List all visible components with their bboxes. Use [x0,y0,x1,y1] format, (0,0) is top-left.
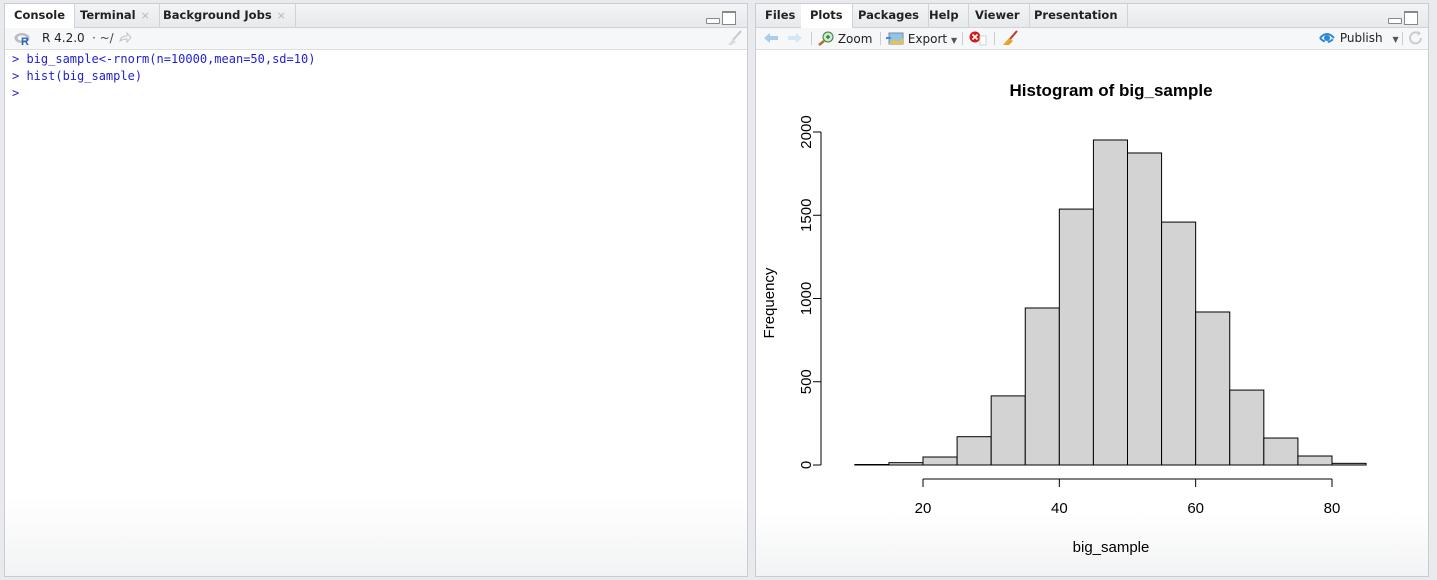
histogram-bar [1024,307,1060,466]
y-tick-label: 0 [798,461,815,469]
tab-packages[interactable]: Packages [849,4,929,27]
maximize-icon[interactable] [722,11,736,25]
histogram-bar [922,456,958,466]
zoom-button[interactable]: Zoom [818,31,872,46]
plots-pane: Files Plots Packages Help Viewer Present… [755,3,1429,577]
minimize-icon[interactable] [1388,18,1402,24]
console-prompt[interactable]: > [12,85,740,102]
x-axis-label: big_sample [1073,539,1150,556]
plots-toolbar: Zoom Export ▼ Publish ▼ [756,28,1428,50]
tab-help[interactable]: Help [920,4,969,27]
console-line: > big_sample<-rnorm(n=10000,mean=50,sd=1… [12,52,316,66]
console-tabbar: Console Terminal × Background Jobs × [5,4,747,28]
y-tick-label: 500 [798,369,815,394]
r-logo-icon: R [14,33,30,46]
y-axis: 0 500 1000 1500 2000 [798,115,822,469]
chevron-down-icon: ▼ [950,36,958,45]
histogram-chart: Histogram of big_sample big_sample Frequ… [761,81,1367,556]
tab-viewer[interactable]: Viewer [966,4,1030,27]
histogram-bar [854,464,890,466]
y-axis-label: Frequency [761,267,778,338]
refresh-icon[interactable] [1408,30,1424,45]
plots-tabbar: Files Plots Packages Help Viewer Present… [756,4,1428,28]
tab-label: Console [14,8,66,22]
zoom-label: Zoom [837,32,873,46]
tab-files[interactable]: Files [756,4,806,27]
clear-all-plots-broom-icon[interactable] [1001,30,1019,45]
tab-label: Terminal [80,8,136,22]
zoom-magnifier-icon [818,31,834,46]
toolbar-divider [994,32,995,45]
histogram-bar [1058,208,1094,466]
histogram-bar [888,462,924,466]
tab-label: Background Jobs [163,8,272,22]
working-directory[interactable]: · ~/ [92,31,114,46]
x-axis: 20 40 60 80 [915,478,1341,517]
histogram-bar [1331,462,1367,466]
clear-console-icon[interactable] [725,30,743,45]
y-tick-label: 2000 [798,115,815,148]
chevron-down-icon: ▼ [1392,35,1399,44]
tab-label: Viewer [975,8,1020,22]
tab-plots[interactable]: Plots [801,4,853,28]
x-tick-label: 20 [915,500,932,517]
back-arrow-icon[interactable] [763,31,779,46]
publish-button[interactable]: Publish ▼ [1318,31,1399,46]
tab-label: Files [765,8,796,22]
export-image-icon [886,32,904,45]
tab-label: Help [929,8,959,22]
console-toolbar: R R 4.2.0 · ~/ [5,28,747,50]
goto-directory-icon[interactable] [118,31,132,46]
publish-label: Publish [1339,31,1383,45]
r-version: R 4.2.0 [42,31,85,45]
close-icon[interactable]: × [141,9,150,22]
histogram-bar [956,436,992,466]
x-tick-label: 40 [1051,500,1068,517]
histogram-bar [1161,221,1197,466]
histogram-bar [1297,455,1333,466]
toolbar-divider [1402,32,1403,45]
histogram-bar [1263,437,1299,466]
tab-label: Packages [858,8,919,22]
histogram-bar [1229,389,1265,466]
chart-title: Histogram of big_sample [1009,81,1212,100]
remove-plot-icon[interactable] [969,31,987,46]
y-tick-label: 1000 [798,282,815,315]
maximize-icon[interactable] [1404,11,1418,25]
toolbar-divider [811,32,812,45]
close-icon[interactable]: × [277,9,286,22]
minimize-icon[interactable] [706,18,720,24]
svg-text:R: R [21,36,29,46]
histogram-bar [1127,152,1163,466]
forward-arrow-icon[interactable] [787,31,803,46]
export-label: Export [907,32,948,46]
export-button[interactable]: Export ▼ [886,31,957,46]
x-tick-label: 60 [1187,500,1204,517]
tab-background-jobs[interactable]: Background Jobs × [154,4,296,27]
tab-terminal[interactable]: Terminal × [71,4,160,27]
tab-console[interactable]: Console [5,4,76,28]
histogram-bar [990,395,1026,466]
plot-area: Histogram of big_sample big_sample Frequ… [756,50,1428,576]
tab-presentation[interactable]: Presentation [1025,4,1128,27]
y-tick-label: 1500 [798,199,815,232]
console-pane: Console Terminal × Background Jobs × R R 4… [4,3,748,577]
toolbar-divider [962,32,963,45]
publish-icon [1319,33,1335,43]
histogram-bar [1092,139,1128,466]
console-line: > hist(big_sample) [12,69,143,83]
histogram-bar [1195,311,1231,466]
toolbar-divider [880,32,881,45]
console-output[interactable]: > big_sample<-rnorm(n=10000,mean=50,sd=1… [5,50,747,576]
x-tick-label: 80 [1324,500,1341,517]
tab-label: Presentation [1034,8,1118,22]
tab-label: Plots [810,8,843,22]
bars-group [854,139,1367,466]
